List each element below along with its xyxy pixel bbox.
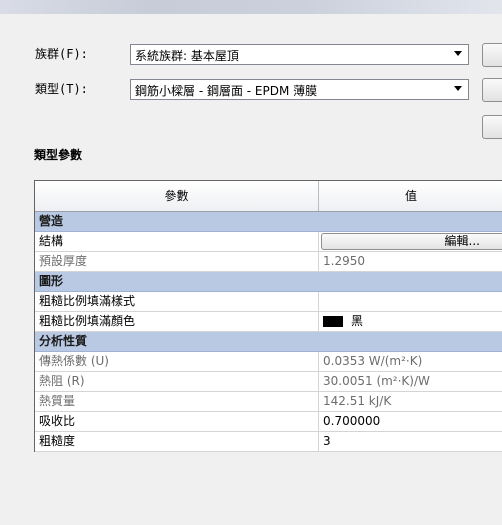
cell-divider — [318, 232, 319, 251]
window-titlebar — [0, 0, 502, 14]
parameter-row[interactable]: 粗糙度 3 — [35, 432, 502, 452]
parameter-name: 結構 — [39, 234, 64, 248]
parameter-value: 142.51 kJ/K — [323, 394, 392, 408]
cell-divider — [318, 432, 319, 451]
parameter-row[interactable]: 吸收比 0.700000 — [35, 412, 502, 432]
parameter-value[interactable]: 0.700000 — [323, 412, 380, 431]
group-header[interactable]: 分析性質 — [35, 332, 502, 352]
chevron-down-icon[interactable] — [454, 86, 462, 91]
parameter-name: 粗糙比例填滿樣式 — [39, 294, 136, 308]
type-parameters-title: 類型參數 — [34, 148, 83, 162]
parameter-row[interactable]: 熱阻 (R) 30.0051 (m²·K)/W — [35, 372, 502, 392]
parameter-name: 吸收比 — [39, 414, 76, 428]
parameter-name: 熱阻 (R) — [39, 374, 85, 388]
family-dropdown[interactable]: 系統族群: 基本屋頂 — [130, 44, 469, 65]
cell-divider — [318, 312, 319, 331]
grid-header: 參數 值 — [35, 181, 502, 212]
family-label: 族群(F): — [35, 47, 88, 61]
group-header[interactable]: 圖形 — [35, 272, 502, 292]
column-header-value[interactable]: 值 — [319, 181, 502, 211]
parameter-row[interactable]: 傳熱係數 (U) 0.0353 W/(m²·K) — [35, 352, 502, 372]
cell-divider — [318, 412, 319, 431]
family-dropdown-value: 系統族群: 基本屋頂 — [135, 49, 239, 63]
parameter-name: 粗糙度 — [39, 434, 76, 448]
parameter-name: 熱質量 — [39, 394, 76, 408]
type-label: 類型(T): — [35, 82, 88, 96]
duplicate-button[interactable] — [482, 78, 502, 102]
edit-structure-button[interactable]: 編輯... — [321, 233, 502, 250]
cell-divider — [318, 292, 319, 311]
parameter-value: 1.2950 — [323, 254, 365, 268]
parameter-row[interactable]: 預設厚度 1.2950 — [35, 252, 502, 272]
type-dropdown-value: 鋼筋小樑層 - 鋼層面 - EPDM 薄膜 — [135, 84, 318, 98]
parameter-value: 0.0353 W/(m²·K) — [323, 354, 423, 368]
group-header[interactable]: 營造 — [35, 212, 502, 232]
parameter-name: 預設厚度 — [39, 254, 88, 268]
cell-divider — [318, 372, 319, 391]
load-button[interactable] — [482, 43, 502, 67]
column-header-parameter[interactable]: 參數 — [35, 181, 318, 211]
parameter-value[interactable]: 黑 — [351, 312, 363, 331]
color-swatch[interactable] — [323, 316, 343, 327]
type-parameters-grid: 參數 值 營造 結構 編輯... 預設厚度 1.2950 圖形 粗糙比例填滿樣式 粗糙比例填滿… — [34, 180, 502, 452]
rename-button[interactable] — [482, 115, 502, 139]
parameter-name: 傳熱係數 (U) — [39, 354, 109, 368]
parameter-row[interactable]: 粗糙比例填滿樣式 — [35, 292, 502, 312]
grid-body: 營造結構 編輯... 預設厚度 1.2950 圖形粗糙比例填滿樣式 粗糙比例填滿顏色 黑分析… — [35, 212, 502, 452]
cell-divider — [318, 252, 319, 271]
parameter-row[interactable]: 熱質量 142.51 kJ/K — [35, 392, 502, 412]
chevron-down-icon[interactable] — [454, 51, 462, 56]
cell-divider — [318, 352, 319, 371]
type-dropdown[interactable]: 鋼筋小樑層 - 鋼層面 - EPDM 薄膜 — [130, 79, 469, 100]
parameter-value: 30.0051 (m²·K)/W — [323, 374, 430, 388]
parameter-name: 粗糙比例填滿顏色 — [39, 314, 136, 328]
parameter-row[interactable]: 粗糙比例填滿顏色 黑 — [35, 312, 502, 332]
cell-divider — [318, 392, 319, 411]
parameter-row[interactable]: 結構 編輯... — [35, 232, 502, 252]
parameter-value[interactable]: 3 — [323, 432, 331, 451]
